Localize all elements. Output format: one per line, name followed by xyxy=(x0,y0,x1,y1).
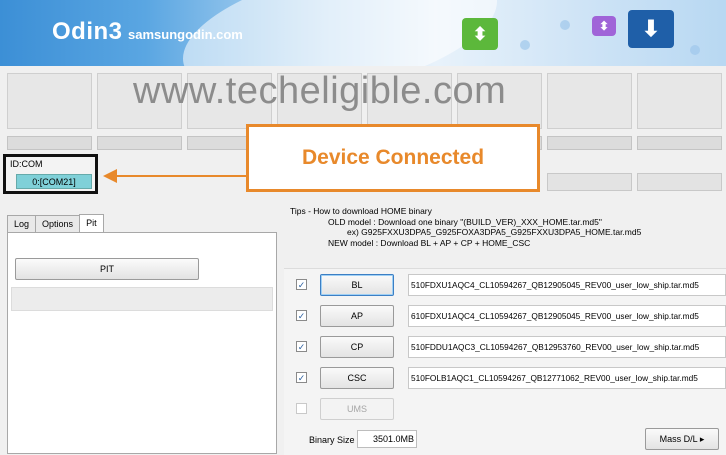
ums-button[interactable]: UMS xyxy=(320,398,394,420)
tab-bar: Log Options Pit xyxy=(7,214,104,235)
port-slot xyxy=(7,73,92,129)
ap-path-field[interactable]: 610FDXU1AQC4_CL10594267_QB12905045_REV00… xyxy=(408,305,726,327)
pit-file-field[interactable] xyxy=(11,287,273,311)
banner-decor xyxy=(560,20,570,30)
idcom-highlight-box: ID:COM 0:[COM21] xyxy=(3,154,98,194)
tab-options[interactable]: Options xyxy=(35,215,81,233)
cp-path-field[interactable]: 510FDDU1AQC3_CL10594267_QB12953760_REV00… xyxy=(408,336,726,358)
download-icon: ⬍ xyxy=(592,16,616,36)
tab-log[interactable]: Log xyxy=(7,215,37,233)
binary-size-value: 3501.0MB xyxy=(357,430,417,448)
pit-panel: PIT xyxy=(7,232,277,454)
progress-bar xyxy=(547,136,632,150)
ap-button[interactable]: AP xyxy=(320,305,394,327)
progress-bar xyxy=(637,136,722,150)
idcom-label: ID:COM xyxy=(10,159,43,169)
tips-title: Tips - How to download HOME binary xyxy=(290,206,432,216)
header-banner: Odin3 samsungodin.com ⬍ ⬍ ⬇ xyxy=(0,0,726,66)
cp-checkbox[interactable]: ✓ xyxy=(296,341,307,352)
port-slot xyxy=(637,73,722,129)
app-logo-subtitle: samsungodin.com xyxy=(128,27,243,42)
file-row-ums: UMS xyxy=(296,398,726,422)
bl-path-field[interactable]: 510FDXU1AQC4_CL10594267_QB12905045_REV00… xyxy=(408,274,726,296)
binary-size-label: Binary Size xyxy=(309,435,355,445)
tips-line: OLD model : Download one binary "(BUILD_… xyxy=(328,216,602,227)
csc-button[interactable]: CSC xyxy=(320,367,394,389)
watermark: www.techeligible.com xyxy=(133,70,507,112)
file-row-ap: ✓ AP 610FDXU1AQC4_CL10594267_QB12905045_… xyxy=(296,305,726,329)
file-row-bl: ✓ BL 510FDXU1AQC4_CL10594267_QB12905045_… xyxy=(296,274,726,298)
tips-line: NEW model : Download BL + AP + CP + HOME… xyxy=(328,237,531,248)
file-row-csc: ✓ CSC 510FOLB1AQC1_CL10594267_QB12771062… xyxy=(296,367,726,391)
download-icon: ⬇ xyxy=(628,10,674,48)
csc-path-field[interactable]: 510FOLB1AQC1_CL10594267_QB12771062_REV00… xyxy=(408,367,726,389)
progress-bar xyxy=(7,136,92,150)
download-icon: ⬍ xyxy=(462,18,498,50)
banner-decor xyxy=(520,40,530,50)
pit-button[interactable]: PIT xyxy=(15,258,199,280)
port-slot xyxy=(547,73,632,129)
progress-bar xyxy=(97,136,182,150)
csc-checkbox[interactable]: ✓ xyxy=(296,372,307,383)
banner-decor xyxy=(690,45,700,55)
arrow-left-icon xyxy=(103,169,117,183)
ap-checkbox[interactable]: ✓ xyxy=(296,310,307,321)
tips-section: Tips - How to download HOME binary OLD m… xyxy=(290,206,641,248)
com-port-slot xyxy=(547,173,632,191)
cp-button[interactable]: CP xyxy=(320,336,394,358)
tips-line: ex) G925FXXU3DPA5_G925FOXA3DPA5_G925FXXU… xyxy=(347,227,642,237)
mass-download-button[interactable]: Mass D/L ▸ xyxy=(645,428,719,450)
com-port-slot xyxy=(637,173,722,191)
ums-checkbox[interactable] xyxy=(296,403,307,414)
com-port-indicator: 0:[COM21] xyxy=(16,174,92,189)
device-connected-callout: Device Connected xyxy=(246,124,540,192)
bl-checkbox[interactable]: ✓ xyxy=(296,279,307,290)
app-logo-title: Odin3 xyxy=(52,18,123,45)
file-row-cp: ✓ CP 510FDDU1AQC3_CL10594267_QB12953760_… xyxy=(296,336,726,360)
callout-arrow xyxy=(112,175,246,177)
bl-button[interactable]: BL xyxy=(320,274,394,296)
